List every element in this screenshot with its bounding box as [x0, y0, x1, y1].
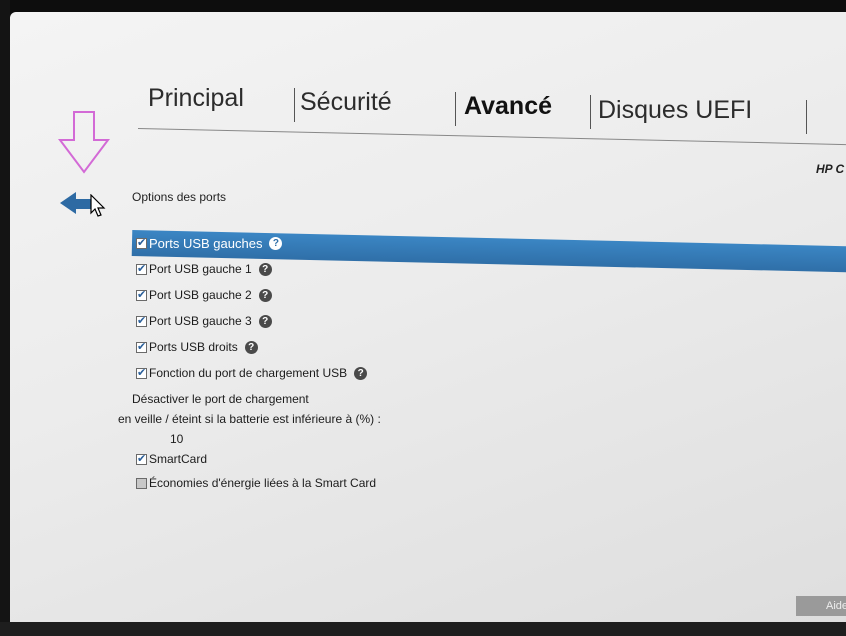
option-ports-usb-gauches[interactable]: Ports USB gauches ?	[136, 236, 283, 251]
option-port-usb-gauche-1[interactable]: Port USB gauche 1 ?	[136, 262, 272, 276]
tab-securite[interactable]: Sécurité	[300, 88, 392, 117]
charging-setting-label-line1: Désactiver le port de chargement	[132, 392, 309, 406]
option-label: Port USB gauche 3	[149, 314, 252, 328]
option-label: Économies d'énergie liées à la Smart Car…	[149, 476, 377, 490]
down-arrow-annotation-icon	[58, 111, 110, 174]
tab-separator	[455, 92, 456, 126]
checkbox[interactable]	[136, 288, 147, 301]
checkbox[interactable]	[136, 262, 147, 275]
option-label: Ports USB gauches	[149, 236, 263, 251]
option-port-usb-gauche-2[interactable]: Port USB gauche 2 ?	[136, 288, 272, 302]
help-icon[interactable]: ?	[258, 288, 272, 302]
tab-separator	[806, 100, 807, 134]
help-icon[interactable]: ?	[269, 237, 283, 250]
tab-separator	[590, 95, 591, 129]
charging-setting-label-line2: en veille / éteint si la batterie est in…	[118, 412, 381, 426]
option-smartcard-power-saving[interactable]: Économies d'énergie liées à la Smart Car…	[136, 476, 376, 490]
help-icon[interactable]: ?	[258, 314, 272, 328]
help-icon[interactable]: ?	[244, 340, 258, 354]
option-port-usb-gauche-3[interactable]: Port USB gauche 3 ?	[136, 314, 272, 328]
tab-separator	[294, 88, 295, 122]
screen-bezel-left	[0, 0, 10, 636]
tab-avance[interactable]: Avancé	[464, 92, 552, 121]
tab-bar: Principal Sécurité Avancé Disques UEFI	[138, 82, 846, 142]
brand-label: HP C	[816, 162, 845, 176]
tab-principal[interactable]: Principal	[148, 84, 244, 113]
tab-disques-uefi[interactable]: Disques UEFI	[598, 96, 752, 125]
help-icon[interactable]: ?	[258, 262, 272, 276]
option-ports-usb-droits[interactable]: Ports USB droits ?	[136, 340, 258, 354]
bios-screen: Principal Sécurité Avancé Disques UEFI H…	[10, 12, 846, 624]
mouse-cursor-icon	[90, 194, 106, 217]
option-label: Port USB gauche 2	[149, 288, 252, 302]
checkbox[interactable]	[136, 477, 147, 489]
screen-bezel-bottom	[0, 622, 846, 636]
option-label: SmartCard	[149, 452, 208, 466]
checkbox[interactable]	[136, 366, 147, 379]
option-fonction-port-chargement[interactable]: Fonction du port de chargement USB ?	[136, 366, 368, 380]
charging-threshold-value[interactable]: 10	[170, 432, 183, 446]
checkbox[interactable]	[136, 340, 147, 353]
help-button[interactable]: Aide	[796, 596, 846, 616]
checkbox[interactable]	[136, 314, 147, 327]
option-label: Port USB gauche 1	[149, 262, 252, 276]
section-title: Options des ports	[132, 190, 227, 204]
checkbox[interactable]	[136, 236, 147, 249]
checkbox[interactable]	[136, 452, 147, 465]
help-icon[interactable]: ?	[354, 366, 368, 380]
option-smartcard[interactable]: SmartCard	[136, 452, 207, 466]
option-label: Ports USB droits	[149, 340, 238, 354]
option-label: Fonction du port de chargement USB	[149, 366, 348, 380]
